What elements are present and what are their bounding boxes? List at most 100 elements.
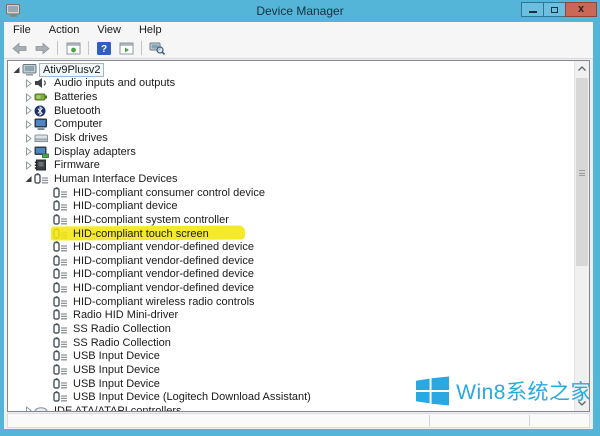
status-separator [529,415,530,426]
tree-item[interactable]: HID-compliant system controller [8,213,574,227]
menu-help[interactable]: Help [130,23,171,37]
watermark: Win8系统之家 [416,376,590,406]
back-button[interactable] [9,39,31,57]
menu-action[interactable]: Action [40,23,89,37]
usb-icon [53,187,70,199]
usb-icon [53,323,70,335]
vertical-scrollbar[interactable] [574,61,589,411]
tree-item[interactable]: HID-compliant touch screen [8,227,574,241]
disk-icon [34,132,51,144]
status-separator [429,415,430,426]
audio-icon [34,77,51,89]
tree-item-label: Audio inputs and outputs [51,77,178,89]
maximize-icon [551,7,558,13]
tree-item[interactable]: Computer [8,118,574,132]
content-area: Ativ9Plusv2Audio inputs and outputs Batte… [4,59,593,429]
usb-icon [53,337,70,349]
menu-file[interactable]: File [4,23,40,37]
console-window-button[interactable] [62,39,84,57]
tree-item-label: USB Input Device [70,378,163,390]
close-button[interactable]: x [565,2,597,17]
expand-arrow-icon[interactable] [23,119,34,130]
tree-item-label: USB Input Device (Logitech Download Assi… [70,391,314,403]
minimize-icon [529,11,537,13]
battery-icon [34,91,51,103]
app-body: File Action View Help ? [4,22,593,429]
bluetooth-icon [34,105,51,117]
chevron-up-icon [578,66,586,71]
help-button[interactable]: ? [93,39,115,57]
expand-arrow-icon[interactable] [23,105,34,116]
tree-item-label: USB Input Device [70,350,163,362]
tree-item-label: HID-compliant vendor-defined device [70,241,257,253]
tree-item[interactable]: SS Radio Collection [8,322,574,336]
scrollbar-grip [579,170,585,176]
device-manager-window: Device Manager x File Action View Help [0,0,600,436]
scroll-up-button[interactable] [575,61,589,76]
tree-item[interactable]: Radio HID Mini-driver [8,309,574,323]
tree-item[interactable]: HID-compliant consumer control device [8,186,574,200]
collapse-arrow-icon[interactable] [23,173,34,184]
minimize-button[interactable] [521,2,544,17]
tree-item[interactable]: HID-compliant vendor-defined device [8,254,574,268]
forward-button[interactable] [31,39,53,57]
properties-button[interactable] [115,39,137,57]
tree-item-label: HID-compliant vendor-defined device [70,255,257,267]
tree-item[interactable]: SS Radio Collection [8,336,574,350]
toolbar-separator [141,41,142,55]
expand-arrow-icon[interactable] [23,92,34,103]
tree-item[interactable]: Ativ9Plusv2 [8,63,574,77]
console-window-icon [66,42,81,55]
tree-item[interactable]: HID-compliant vendor-defined device [8,240,574,254]
expand-arrow-icon[interactable] [23,78,34,89]
ide-icon [34,405,51,412]
scrollbar-thumb[interactable] [576,78,588,266]
device-tree-panel: Ativ9Plusv2Audio inputs and outputs Batte… [7,60,590,412]
tree-item-label: HID-compliant consumer control device [70,187,268,199]
tree-item-label: Display adapters [51,146,139,158]
tree-item[interactable]: HID-compliant vendor-defined device [8,268,574,282]
tree-item-label: HID-compliant vendor-defined device [70,268,257,280]
maximize-button[interactable] [543,2,566,17]
tree-item[interactable]: Display adapters [8,145,574,159]
tree-item[interactable]: HID-compliant wireless radio controls [8,295,574,309]
tree-item-label: SS Radio Collection [70,337,174,349]
tree-item[interactable]: Bluetooth [8,104,574,118]
title-bar: Device Manager x [0,0,600,22]
collapse-arrow-icon[interactable] [11,64,22,75]
expand-arrow-icon[interactable] [23,133,34,144]
tree-item-label: Batteries [51,91,100,103]
tree-item-label: IDE ATA/ATAPI controllers [51,405,185,412]
tree-item-label: Disk drives [51,132,111,144]
tree-item[interactable]: Human Interface Devices [8,172,574,186]
display-icon [34,146,51,158]
tree-item[interactable]: HID-compliant vendor-defined device [8,281,574,295]
tree-item[interactable]: USB Input Device [8,349,574,363]
tree-item-label: Ativ9Plusv2 [39,63,104,77]
watermark-text: Win8系统之家 [456,376,590,406]
tree-item[interactable]: USB Input Device [8,363,574,377]
expand-arrow-icon[interactable] [23,160,34,171]
scan-hardware-button[interactable] [146,39,168,57]
tree-item-label: HID-compliant system controller [70,214,232,226]
tree-item[interactable]: Batteries [8,90,574,104]
status-bar [7,413,590,428]
tree-item[interactable]: Disk drives [8,131,574,145]
usb-icon [34,173,51,185]
usb-icon [53,241,70,253]
window-title: Device Manager [0,4,600,18]
usb-icon [53,268,70,280]
expand-arrow-icon[interactable] [23,405,34,412]
pc-icon [22,64,39,76]
tree-item[interactable]: Firmware [8,158,574,172]
tree-item-label: HID-compliant vendor-defined device [70,282,257,294]
tree-item-label: HID-compliant device [70,200,181,212]
tree-item[interactable]: Audio inputs and outputs [8,77,574,91]
expand-arrow-icon[interactable] [23,146,34,157]
usb-icon [53,255,70,267]
windows-logo-icon [416,376,449,406]
tree-item[interactable]: HID-compliant device [8,199,574,213]
firmware-icon [34,159,51,171]
svg-text:?: ? [101,44,107,55]
menu-view[interactable]: View [88,23,130,37]
